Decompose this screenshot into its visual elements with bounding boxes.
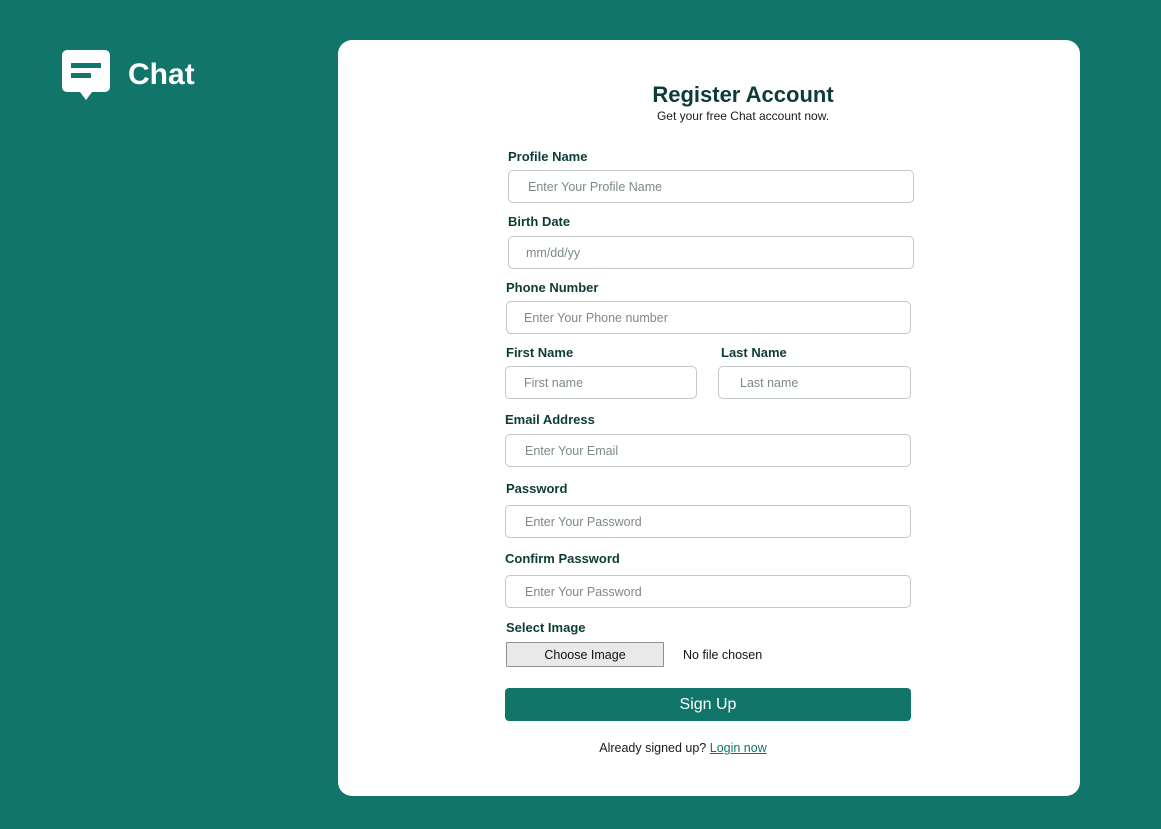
brand-name: Chat bbox=[128, 58, 195, 91]
file-status-text: No file chosen bbox=[683, 648, 763, 662]
last-name-label: Last Name bbox=[721, 345, 787, 360]
profile-name-label: Profile Name bbox=[508, 149, 588, 164]
first-name-label: First Name bbox=[506, 345, 574, 360]
register-card: Register Account Get your free Chat acco… bbox=[338, 40, 1080, 796]
chat-bubble-icon bbox=[62, 50, 110, 100]
login-prompt-text: Already signed up? bbox=[599, 741, 707, 755]
sign-up-button[interactable]: Sign Up bbox=[505, 688, 911, 721]
confirm-password-input[interactable] bbox=[505, 575, 911, 608]
email-input[interactable] bbox=[505, 434, 911, 467]
phone-number-input[interactable] bbox=[506, 301, 911, 334]
confirm-password-label: Confirm Password bbox=[505, 551, 620, 566]
birth-date-input[interactable] bbox=[508, 236, 914, 269]
page-title: Register Account bbox=[652, 82, 834, 107]
profile-name-input[interactable] bbox=[508, 170, 914, 203]
page-subtitle: Get your free Chat account now. bbox=[656, 109, 830, 123]
password-input[interactable] bbox=[505, 505, 911, 538]
phone-number-label: Phone Number bbox=[506, 280, 599, 295]
password-label: Password bbox=[506, 481, 568, 496]
login-now-link[interactable]: Login now bbox=[710, 741, 767, 755]
last-name-input[interactable] bbox=[718, 366, 911, 399]
birth-date-label: Birth Date bbox=[508, 214, 571, 229]
choose-image-button[interactable]: Choose Image bbox=[506, 642, 664, 667]
select-image-label: Select Image bbox=[506, 620, 586, 635]
brand-logo: Chat bbox=[61, 49, 195, 101]
email-label: Email Address bbox=[505, 412, 595, 427]
first-name-input[interactable] bbox=[505, 366, 697, 399]
login-prompt: Already signed up? Login now bbox=[338, 741, 1028, 755]
